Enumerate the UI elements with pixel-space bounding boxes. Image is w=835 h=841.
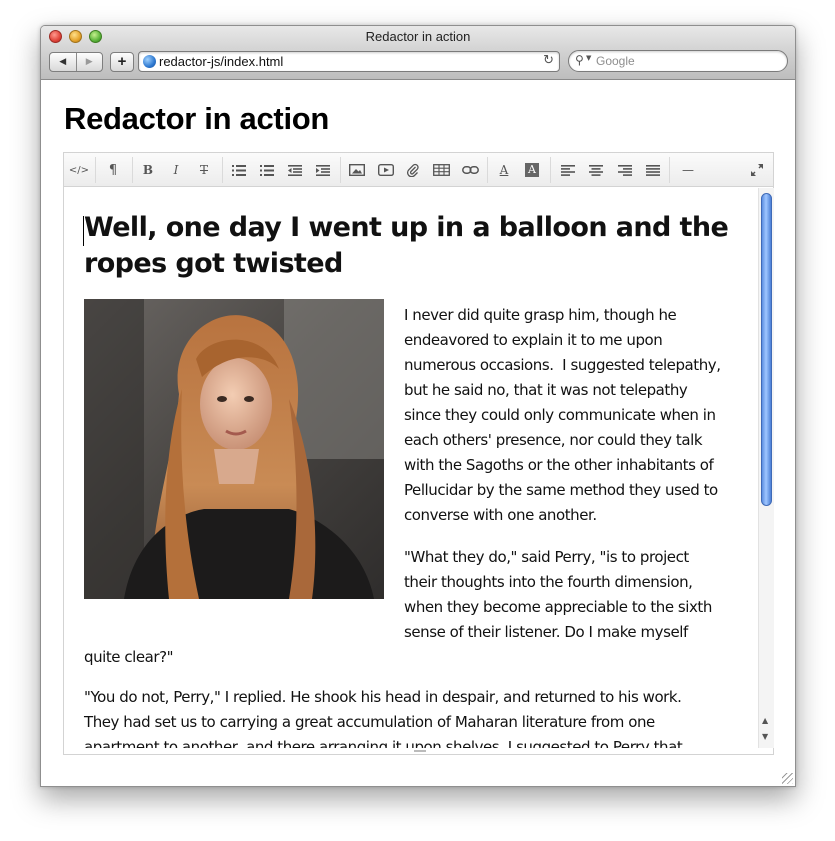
font-color-button[interactable]: A <box>496 161 512 179</box>
table-icon <box>432 164 450 176</box>
toolbar-divider <box>95 157 96 183</box>
video-icon <box>378 164 394 176</box>
paragraph-1-line: each others' presence, nor could they ta… <box>404 431 703 449</box>
link-icon <box>461 166 479 174</box>
search-field[interactable]: ⚲ ▼ Google <box>568 50 788 72</box>
outdent-button[interactable] <box>286 161 304 179</box>
title-bar: Redactor in action ◀ ▶ + redactor-js/ind… <box>41 26 795 80</box>
align-center-icon <box>589 164 603 176</box>
scroll-down-arrow-icon[interactable]: ▼ <box>762 732 768 741</box>
insert-table-button[interactable] <box>430 161 452 179</box>
page-title: Redactor in action <box>64 101 330 136</box>
browser-window: Redactor in action ◀ ▶ + redactor-js/ind… <box>40 25 796 787</box>
paragraph-2[interactable]: "What they do," said Perry, "is to proje… <box>84 545 712 670</box>
paragraph-1-line: but he said no, that it was not telepath… <box>404 381 688 399</box>
woman-portrait-image[interactable] <box>84 299 384 599</box>
unordered-list-button[interactable] <box>230 161 248 179</box>
insert-image-button[interactable] <box>347 161 367 179</box>
background-color-icon: A <box>525 163 539 177</box>
justify-icon <box>646 164 660 176</box>
align-right-button[interactable] <box>616 161 634 179</box>
editor-toolbar: </> ¶ B I T A A — <box>64 153 773 187</box>
scrollbar-thumb[interactable] <box>761 193 772 506</box>
search-icon: ⚲ <box>575 53 584 67</box>
toolbar-divider <box>132 157 133 183</box>
editor-scrollbar[interactable]: ▲ ▼ <box>758 188 774 748</box>
indent-button[interactable] <box>314 161 332 179</box>
align-left-button[interactable] <box>559 161 577 179</box>
window-title: Redactor in action <box>365 29 471 44</box>
toolbar-divider <box>669 157 670 183</box>
reload-icon[interactable]: ↻ <box>543 53 554 68</box>
editor-resize-handle[interactable] <box>414 750 426 752</box>
address-bar[interactable]: redactor-js/index.html ↻ <box>138 51 560 72</box>
forward-arrow-icon: ▶ <box>85 57 93 67</box>
paragraph-1-line: I never did quite grasp him, though he <box>404 306 677 324</box>
paragraph-2-line: quite clear?" <box>84 648 174 666</box>
strikethrough-button[interactable]: T <box>196 161 212 179</box>
scroll-up-arrow-icon[interactable]: ▲ <box>762 716 768 725</box>
paragraph-2-line: when they become appreciable to the sixt… <box>404 598 712 616</box>
paragraph-2-line: sense of their listener. Do I make mysel… <box>404 623 688 641</box>
paragraph-1-line: Pellucidar by the same method they used … <box>404 481 718 499</box>
paragraph-3-line: "You do not, Perry," I replied. He shook… <box>84 688 682 706</box>
paragraph-1-line: numerous occasions. I suggested telepath… <box>404 356 721 374</box>
bold-button[interactable]: B <box>140 161 156 179</box>
ordered-list-icon <box>260 164 274 176</box>
indent-icon <box>316 164 330 176</box>
toolbar-divider <box>222 157 223 183</box>
italic-button[interactable]: I <box>168 161 184 179</box>
navigation-buttons: ◀ ▶ <box>49 52 103 72</box>
paragraph-2-line: their thoughts into the fourth dimension… <box>404 573 693 591</box>
insert-file-button[interactable] <box>404 161 422 179</box>
insert-video-button[interactable] <box>376 161 396 179</box>
editor-content-area[interactable]: Well, one day I went up in a balloon and… <box>64 188 758 748</box>
paragraph-2-line: "What they do," said Perry, "is to proje… <box>404 548 689 566</box>
back-arrow-icon: ◀ <box>59 57 67 67</box>
toolbar-divider <box>550 157 551 183</box>
html-source-button[interactable]: </> <box>68 161 90 179</box>
insert-link-button[interactable] <box>459 161 481 179</box>
paragraph-1[interactable]: I never did quite grasp him, though he e… <box>404 303 721 528</box>
url-text[interactable]: redactor-js/index.html <box>159 54 283 69</box>
paragraph-3[interactable]: "You do not, Perry," I replied. He shook… <box>84 685 683 748</box>
page-viewport: Redactor in action </> ¶ B I T A A — Wel… <box>41 81 795 786</box>
redactor-editor: </> ¶ B I T A A — Well, one day I went u… <box>63 152 774 755</box>
align-center-button[interactable] <box>587 161 605 179</box>
forward-button[interactable]: ▶ <box>75 53 103 71</box>
toolbar-divider <box>340 157 341 183</box>
paragraph-3-line: apartment to another, and there arrangin… <box>84 738 683 748</box>
paragraph-3-line: They had set us to carrying a great accu… <box>84 713 655 731</box>
fullscreen-icon <box>751 164 763 176</box>
paragraph-1-line: with the Sagoths or the other inhabitant… <box>404 456 714 474</box>
fullscreen-button[interactable] <box>749 161 765 179</box>
justify-button[interactable] <box>644 161 662 179</box>
horizontal-rule-button[interactable]: — <box>677 161 699 179</box>
add-bookmark-button[interactable]: + <box>110 52 134 72</box>
align-right-icon <box>618 164 632 176</box>
paragraph-1-line: converse with one another. <box>404 506 597 524</box>
toolbar-divider <box>487 157 488 183</box>
paperclip-icon <box>407 163 419 177</box>
outdent-icon <box>288 164 302 176</box>
portrait-illustration <box>84 299 384 599</box>
formatting-button[interactable]: ¶ <box>105 161 121 179</box>
search-engine-dropdown-icon[interactable]: ▼ <box>586 54 591 62</box>
paragraph-1-line: since they could only communicate when i… <box>404 406 716 424</box>
unordered-list-icon <box>232 164 246 176</box>
back-button[interactable]: ◀ <box>50 53 76 71</box>
ordered-list-button[interactable] <box>258 161 276 179</box>
globe-icon <box>143 55 156 68</box>
window-resize-grip[interactable] <box>782 773 793 784</box>
image-icon <box>349 164 365 176</box>
content-heading[interactable]: Well, one day I went up in a balloon and… <box>84 210 734 282</box>
align-left-icon <box>561 164 575 176</box>
search-placeholder: Google <box>596 54 635 68</box>
background-color-button[interactable]: A <box>524 161 540 179</box>
paragraph-1-line: endeavored to explain it to me upon <box>404 331 663 349</box>
